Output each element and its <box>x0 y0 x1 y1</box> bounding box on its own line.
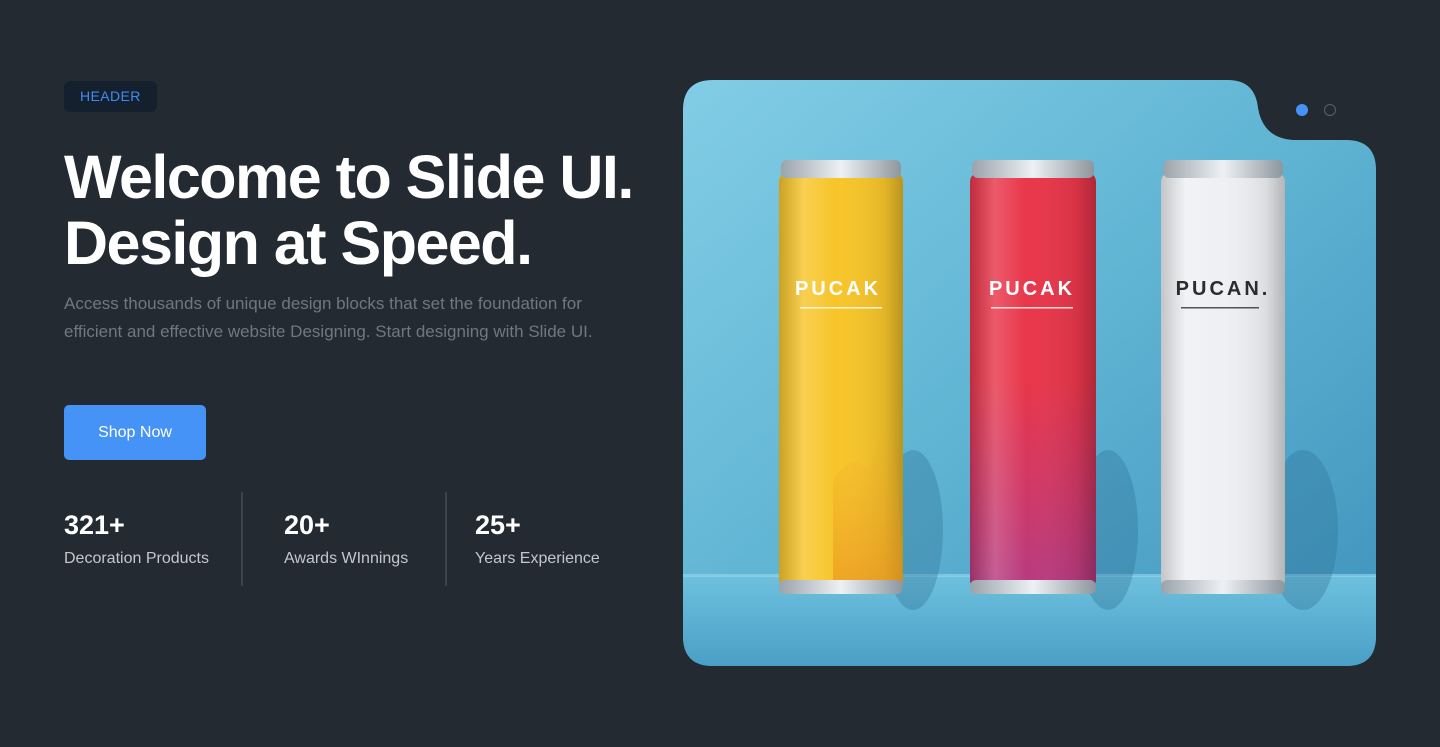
yellow-can: PUCAK <box>779 160 903 594</box>
stat-experience: 25+ Years Experience <box>447 492 635 586</box>
carousel-dot-1[interactable] <box>1296 104 1308 116</box>
stat-label: Awards WInnings <box>284 550 409 567</box>
stat-value: 20+ <box>284 510 330 540</box>
red-can: PUCAK <box>970 160 1096 594</box>
hero-section: HEADER Welcome to Slide UI. Design at Sp… <box>0 0 1440 747</box>
white-can: PUCAN. <box>1161 160 1285 594</box>
stat-products: 321+ Decoration Products <box>64 492 241 586</box>
can-label: PUCAK <box>989 278 1075 300</box>
stat-awards: 20+ Awards WInnings <box>243 492 445 586</box>
page-title: Welcome to Slide UI. Design at Speed. <box>64 143 634 277</box>
stat-value: 25+ <box>475 510 521 540</box>
carousel-dot-2[interactable] <box>1324 104 1336 116</box>
shop-now-button[interactable]: Shop Now <box>64 405 206 460</box>
page-subtitle: Access thousands of unique design blocks… <box>64 294 593 341</box>
can-label: PUCAK <box>795 278 881 300</box>
header-badge: HEADER <box>64 81 157 112</box>
stat-label: Decoration Products <box>64 550 209 567</box>
can-label: PUCAN. <box>1176 278 1271 300</box>
hero-image: PUCAK PUCAK PUCAN. <box>683 80 1376 666</box>
stats-row: 321+ Decoration Products 20+ Awards WInn… <box>64 492 635 586</box>
stat-value: 321+ <box>64 510 125 540</box>
product-cans-illustration: PUCAK PUCAK PUCAN. <box>683 80 1376 666</box>
carousel-indicators <box>1296 104 1336 116</box>
stat-label: Years Experience <box>475 550 600 567</box>
